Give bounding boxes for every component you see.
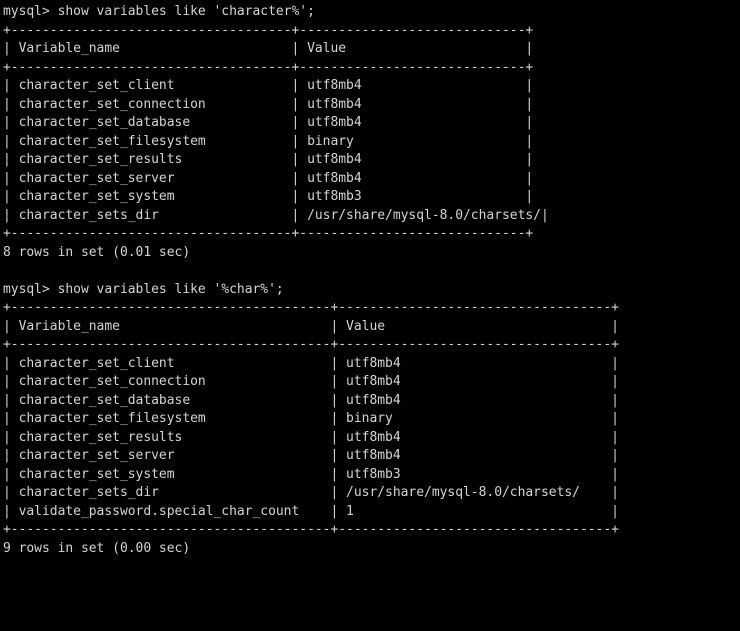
- table-rule-bottom-2: +---------------------------------------…: [3, 521, 740, 540]
- table-rule-header-2: +---------------------------------------…: [3, 336, 740, 355]
- command-line-1[interactable]: mysql> show variables like 'character%';: [3, 3, 740, 22]
- table-rule-top-1: +------------------------------------+--…: [3, 22, 740, 41]
- table-row: | character_sets_dir | /usr/share/mysql-…: [3, 207, 740, 226]
- table-row: | character_set_client | utf8mb4 |: [3, 77, 740, 96]
- table-row: | character_set_filesystem | binary |: [3, 410, 740, 429]
- table-row: | character_set_server | utf8mb4 |: [3, 170, 740, 189]
- table-row: | character_set_database | utf8mb4 |: [3, 392, 740, 411]
- command-line-2[interactable]: mysql> show variables like '%char%';: [3, 281, 740, 300]
- spacer-line: [3, 262, 740, 281]
- table-row: | character_set_database | utf8mb4 |: [3, 114, 740, 133]
- terminal-output[interactable]: mysql> show variables like 'character%';…: [0, 0, 740, 631]
- table-row: | character_set_client | utf8mb4 |: [3, 355, 740, 374]
- table-row: | character_set_results | utf8mb4 |: [3, 429, 740, 448]
- result-status-line-1: 8 rows in set (0.01 sec): [3, 244, 740, 263]
- table-row: | character_set_server | utf8mb4 |: [3, 447, 740, 466]
- table-row: | character_set_system | utf8mb3 |: [3, 466, 740, 485]
- table-row: | character_sets_dir | /usr/share/mysql-…: [3, 484, 740, 503]
- table-row: | validate_password.special_char_count |…: [3, 503, 740, 522]
- table-header-row-1: | Variable_name | Value |: [3, 40, 740, 59]
- table-row: | character_set_filesystem | binary |: [3, 133, 740, 152]
- table-row: | character_set_connection | utf8mb4 |: [3, 373, 740, 392]
- table-header-row-2: | Variable_name | Value |: [3, 318, 740, 337]
- table-rule-top-2: +---------------------------------------…: [3, 299, 740, 318]
- table-rule-bottom-1: +------------------------------------+--…: [3, 225, 740, 244]
- result-status-line-2: 9 rows in set (0.00 sec): [3, 540, 740, 559]
- table-row: | character_set_connection | utf8mb4 |: [3, 96, 740, 115]
- table-rule-header-1: +------------------------------------+--…: [3, 59, 740, 78]
- table-row: | character_set_system | utf8mb3 |: [3, 188, 740, 207]
- table-row: | character_set_results | utf8mb4 |: [3, 151, 740, 170]
